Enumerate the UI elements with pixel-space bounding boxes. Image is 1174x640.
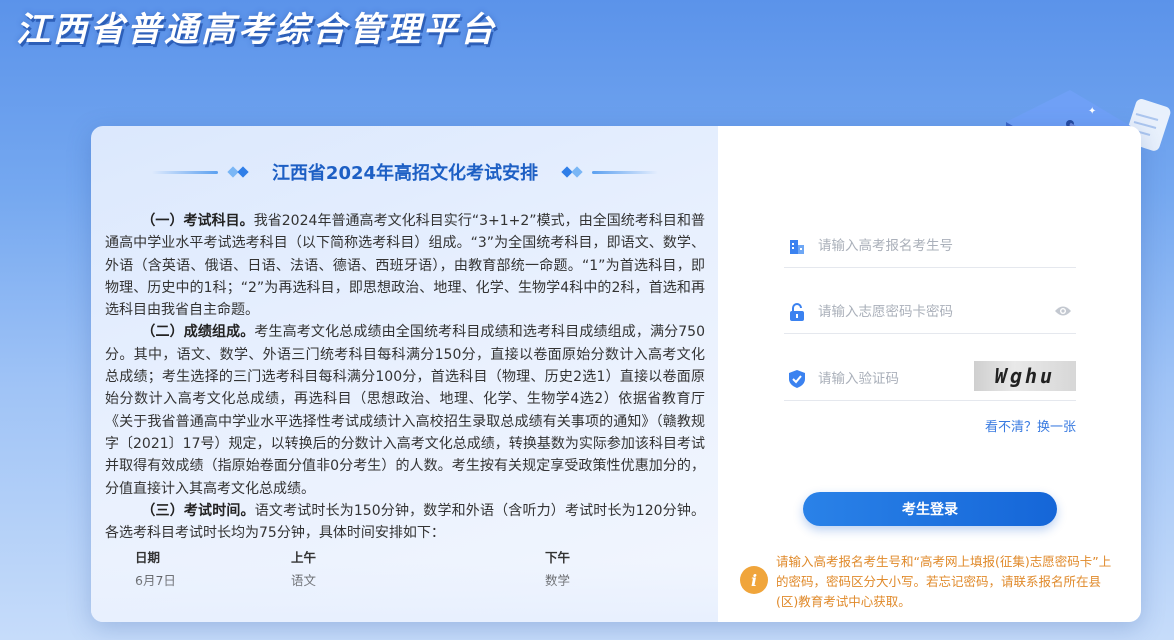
title-divider-left [151,170,218,174]
svg-text:✦: ✦ [1088,106,1096,117]
password-input[interactable] [818,303,1018,320]
table-header-row: 日期 上午 下午 [105,546,705,570]
paragraph-lead: （二）成绩组成。 [141,324,255,341]
notice-body: （一）考试科目。我省2024年普通高考文化科目实行“3+1+2”模式，由全国统考… [105,210,705,593]
table-row: 6月7日 语文 数学 [105,570,705,592]
eye-icon[interactable] [1054,303,1072,322]
notice-paragraph: （二）成绩组成。考生高考文化总成绩由全国统考科目成绩和选考科目成绩组成，满分75… [105,321,705,499]
notice-paragraph: （一）考试科目。我省2024年普通高考文化科目实行“3+1+2”模式，由全国统考… [105,210,705,321]
exam-notice-panel: 江西省2024年高招文化考试安排 （一）考试科目。我省2024年普通高考文化科目… [91,126,718,622]
exam-id-field [784,224,1076,268]
diamond-icon [561,166,583,178]
tip-text: 请输入高考报名考生号和“高考网上填报(征集)志愿密码卡”上的密码，密码区分大小写… [776,554,1112,609]
captcha-image[interactable]: Wghu [974,361,1076,391]
paragraph-text: 考生高考文化总成绩由全国统考科目成绩和选考科目成绩组成，满分750分。其中，语文… [105,324,705,497]
captcha-field: Wghu [784,357,1076,401]
main-card: 江西省2024年高招文化考试安排 （一）考试科目。我省2024年普通高考文化科目… [91,126,1141,622]
table-header-afternoon: 下午 [545,550,571,566]
platform-title: 江西省普通高考综合管理平台 [16,10,497,50]
notice-title: 江西省2024年高招文化考试安排 [271,163,539,184]
paragraph-lead: （三）考试时间。 [141,502,255,519]
table-header-date: 日期 [135,550,161,566]
table-header-morning: 上午 [291,550,317,566]
exam-id-input[interactable] [818,237,1018,254]
refresh-captcha-link[interactable]: 看不清？换一张 [985,416,1076,435]
lock-icon [786,301,808,323]
login-button[interactable]: 考生登录 [803,492,1057,526]
paragraph-lead: （一）考试科目。 [141,213,254,229]
login-tip: i 请输入高考报名考生号和“高考网上填报(征集)志愿密码卡”上的密码，密码区分大… [740,552,1120,612]
title-divider-right [592,170,659,174]
notice-header: 江西省2024年高招文化考试安排 [105,148,705,196]
info-icon: i [740,566,768,594]
building-icon [786,235,808,257]
login-panel: Wghu 看不清？换一张 考生登录 i 请输入高考报名考生号和“高考网上填报(征… [718,126,1141,622]
password-field [784,290,1076,334]
exam-schedule-table: 日期 上午 下午 6月7日 语文 数学 [105,546,705,592]
table-cell-morning: 语文 [291,573,317,589]
table-cell-afternoon: 数学 [545,573,571,589]
notice-paragraph: （三）考试时间。语文考试时长为150分钟，数学和外语（含听力）考试时长为120分… [105,500,705,545]
diamond-icon [227,166,249,178]
table-cell-date: 6月7日 [135,573,176,589]
shield-check-icon [786,368,808,390]
